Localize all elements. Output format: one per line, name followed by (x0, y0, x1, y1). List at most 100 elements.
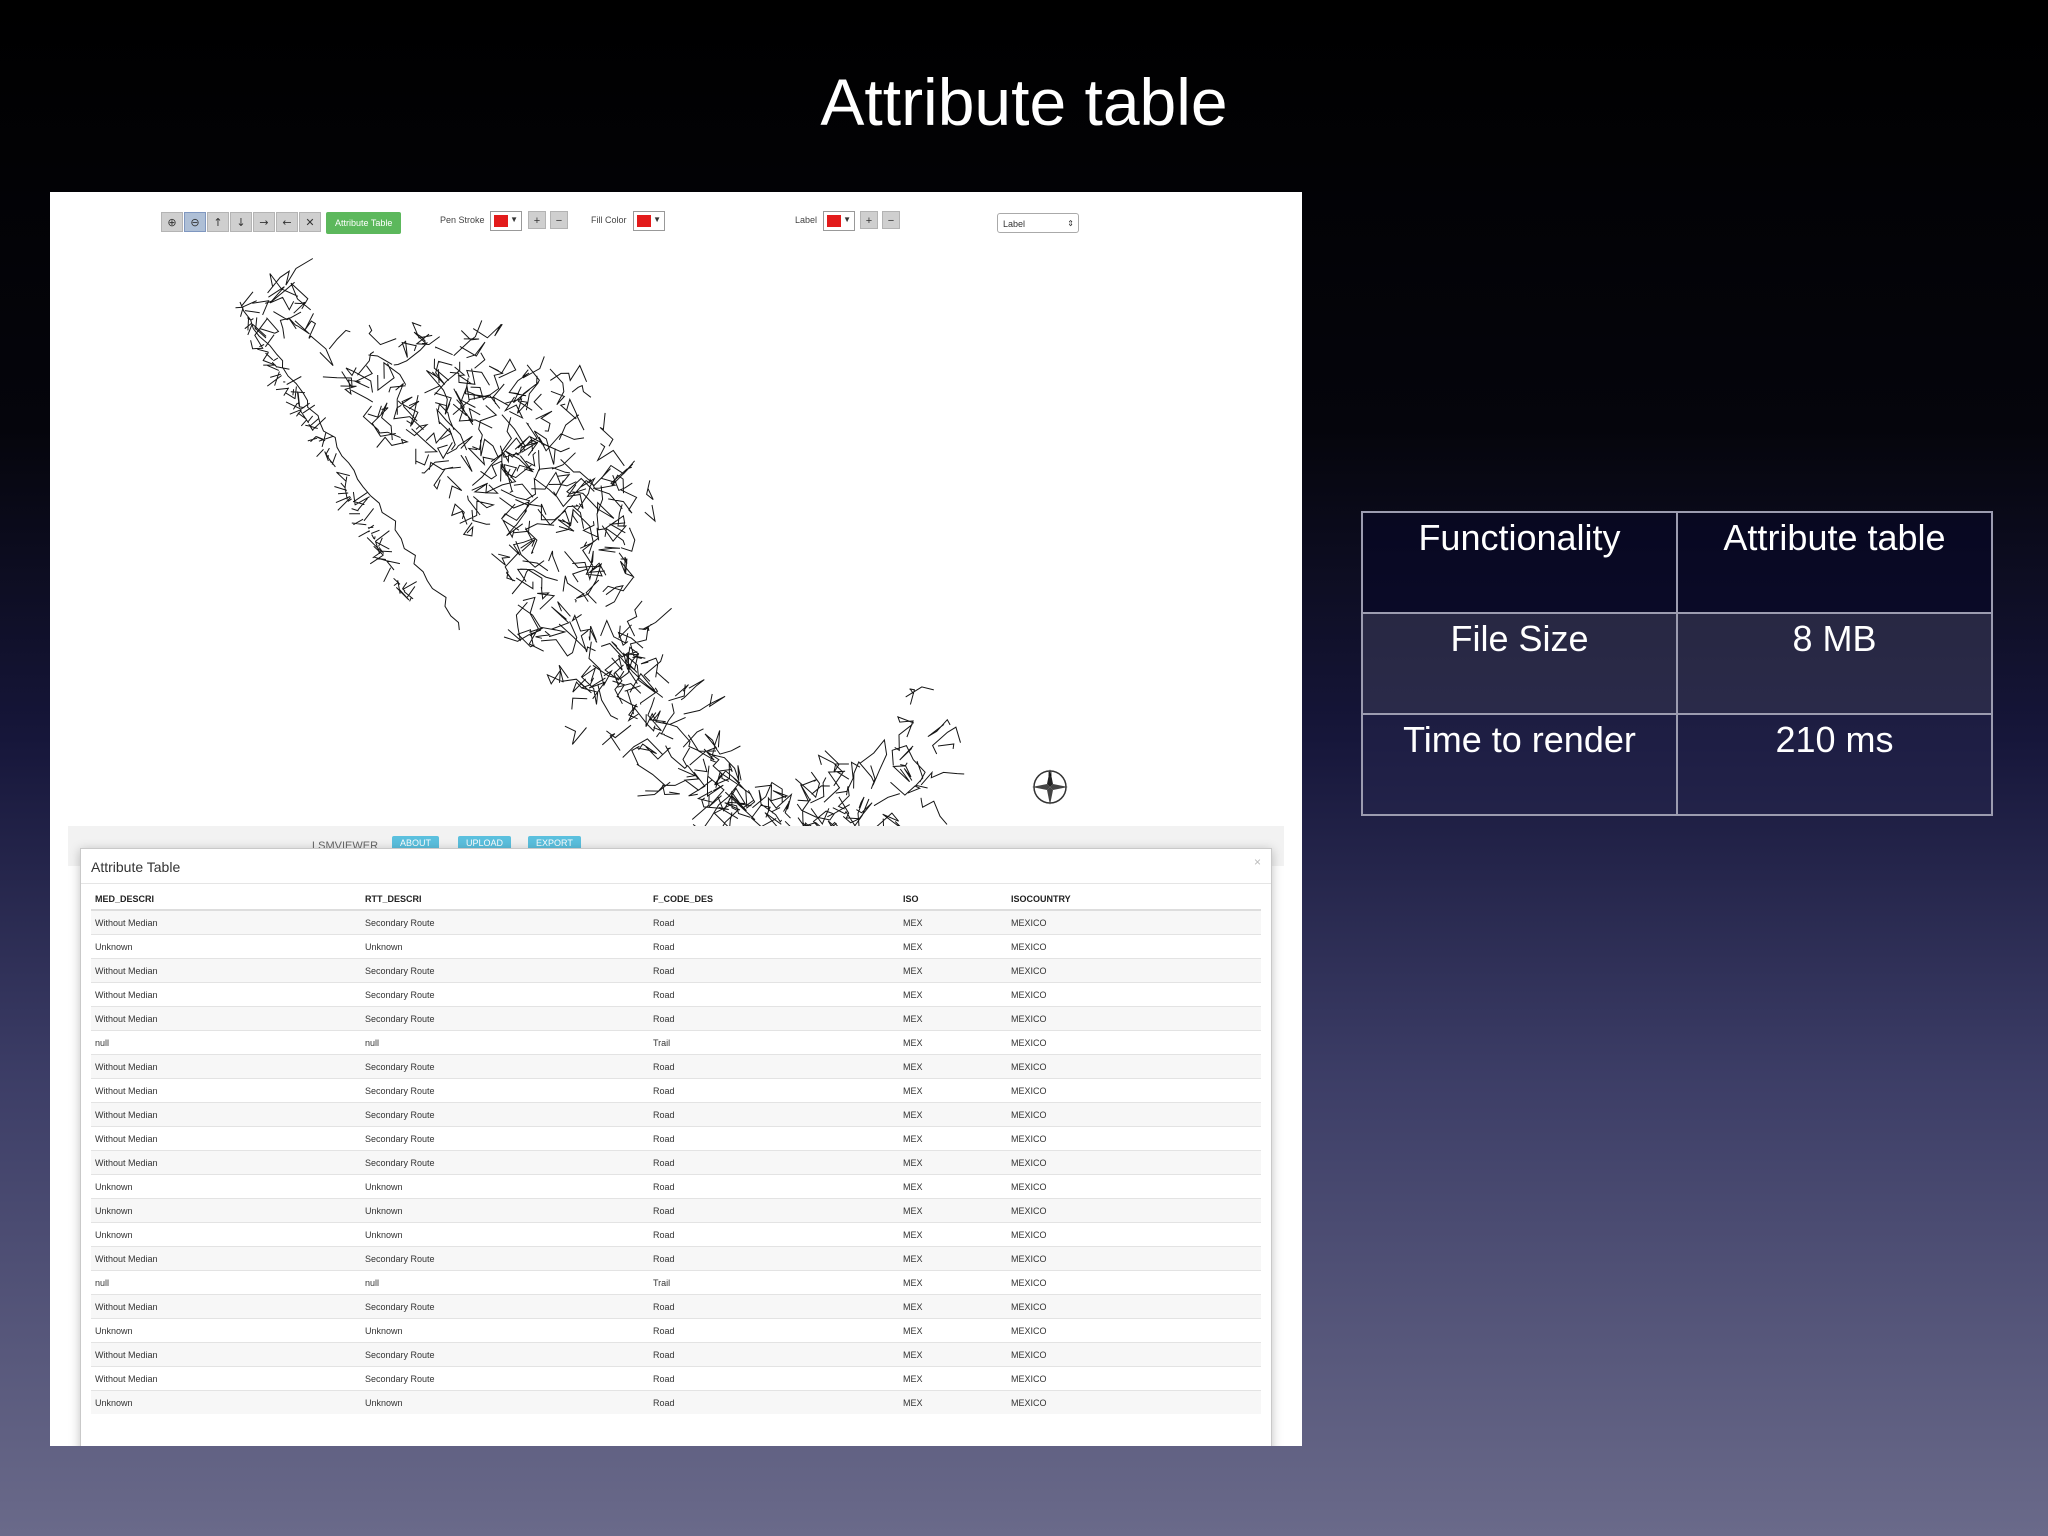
attribute-table-button[interactable]: Attribute Table (326, 212, 402, 234)
table-row[interactable]: Without Median Secondary Route Road MEX MEXI… (91, 1342, 1261, 1367)
table-row[interactable]: null null Trail MEX MEXICO (91, 1270, 1261, 1295)
table-cell: MEX (899, 982, 1007, 1007)
comparison-row: File Size 8 MB (1361, 612, 1993, 715)
modal-divider (81, 883, 1271, 884)
table-cell: MEXICO (1007, 1198, 1261, 1223)
table-row[interactable]: Without Median Secondary Route Road MEX MEXI… (91, 1054, 1261, 1079)
table-row[interactable]: Unknown Unknown Road MEX MEXICO (91, 1174, 1261, 1199)
table-row[interactable]: Unknown Unknown Road MEX MEXICO (91, 934, 1261, 959)
zoom-out-icon[interactable]: ⊖ (184, 212, 206, 232)
table-cell: MEX (899, 1054, 1007, 1079)
label-color-swatch (827, 215, 841, 227)
table-row[interactable]: Without Median Secondary Route Road MEX MEXI… (91, 1102, 1261, 1127)
table-cell: Without Median (91, 1246, 361, 1271)
table-cell: Secondary Route (361, 1294, 649, 1319)
table-row[interactable]: Unknown Unknown Road MEX MEXICO (91, 1390, 1261, 1414)
table-cell: Road (649, 1054, 899, 1079)
table-row[interactable]: Unknown Unknown Road MEX MEXICO (91, 1198, 1261, 1223)
fill-color-swatch (637, 215, 651, 227)
table-cell: Unknown (361, 1390, 649, 1414)
table-cell: Unknown (361, 1174, 649, 1199)
table-cell: MEXICO (1007, 1126, 1261, 1151)
table-cell: Road (649, 1102, 899, 1127)
column-header[interactable]: F_CODE_DES (649, 889, 899, 911)
road-network (235, 258, 965, 832)
label-color-picker[interactable]: ▼ (823, 211, 855, 231)
column-header[interactable]: RTT_DESCRI (361, 889, 649, 911)
table-row[interactable]: Unknown Unknown Road MEX MEXICO (91, 1318, 1261, 1343)
table-cell: Without Median (91, 1150, 361, 1175)
close-icon[interactable]: × (1254, 855, 1261, 869)
table-cell: Road (649, 1318, 899, 1343)
pan-down-icon[interactable]: ↓ (230, 212, 252, 232)
attribute-table-modal: Attribute Table × MED_DESCRI RTT_DESCRI … (80, 848, 1272, 1446)
table-cell: Road (649, 958, 899, 983)
road-map[interactable] (50, 192, 1302, 832)
table-cell: Unknown (361, 934, 649, 959)
table-cell: MEX (899, 1246, 1007, 1271)
table-cell: Secondary Route (361, 1246, 649, 1271)
table-cell: Secondary Route (361, 982, 649, 1007)
table-cell: Secondary Route (361, 1078, 649, 1103)
label-increase-button[interactable]: + (860, 211, 878, 229)
table-cell: MEXICO (1007, 958, 1261, 983)
stroke-increase-button[interactable]: + (528, 211, 546, 229)
table-cell: Unknown (91, 1174, 361, 1199)
table-row[interactable]: Without Median Secondary Route Road MEX MEXI… (91, 1366, 1261, 1391)
slide-title: Attribute table (820, 65, 1228, 139)
table-row[interactable]: Without Median Secondary Route Road MEX MEXI… (91, 982, 1261, 1007)
table-cell: MEXICO (1007, 1174, 1261, 1199)
label-decrease-button[interactable]: − (882, 211, 900, 229)
pan-right-icon[interactable]: → (253, 212, 275, 232)
table-cell: MEX (899, 1270, 1007, 1295)
table-cell: Road (649, 1222, 899, 1247)
table-row[interactable]: Without Median Secondary Route Road MEX MEXI… (91, 1078, 1261, 1103)
table-cell: MEX (899, 1150, 1007, 1175)
table-cell: Unknown (91, 1198, 361, 1223)
table-cell: Road (649, 1198, 899, 1223)
table-cell: Secondary Route (361, 1150, 649, 1175)
table-row[interactable]: Without Median Secondary Route Road MEX MEXI… (91, 1294, 1261, 1319)
table-row[interactable]: Without Median Secondary Route Road MEX MEXI… (91, 1006, 1261, 1031)
label-field-select[interactable]: Label ⇕ (997, 213, 1079, 233)
table-cell: Road (649, 1006, 899, 1031)
zoom-in-icon[interactable]: ⊕ (161, 212, 183, 232)
table-row[interactable]: null null Trail MEX MEXICO (91, 1030, 1261, 1055)
table-cell: MEX (899, 958, 1007, 983)
table-row[interactable]: Without Median Secondary Route Road MEX MEXI… (91, 1126, 1261, 1151)
table-cell: Without Median (91, 909, 361, 935)
table-cell: Trail (649, 1030, 899, 1055)
table-cell: MEX (899, 1078, 1007, 1103)
full-extent-icon[interactable]: ✕ (299, 212, 321, 232)
column-header[interactable]: MED_DESCRI (91, 889, 361, 911)
column-header[interactable]: ISOCOUNTRY (1007, 889, 1261, 911)
table-cell: MEX (899, 1006, 1007, 1031)
table-row[interactable]: Unknown Unknown Road MEX MEXICO (91, 1222, 1261, 1247)
table-cell: Without Median (91, 1342, 361, 1367)
table-cell: MEX (899, 934, 1007, 959)
table-cell: Road (649, 1366, 899, 1391)
table-cell: Unknown (91, 1390, 361, 1414)
table-cell: Road (649, 1150, 899, 1175)
table-row[interactable]: Without Median Secondary Route Road MEX MEXI… (91, 909, 1261, 935)
table-cell: MEXICO (1007, 1270, 1261, 1295)
table-row[interactable]: Without Median Secondary Route Road MEX MEXI… (91, 1150, 1261, 1175)
table-cell: MEXICO (1007, 1222, 1261, 1247)
table-cell: MEXICO (1007, 934, 1261, 959)
chevron-down-icon: ▼ (843, 215, 851, 224)
table-cell: Unknown (361, 1198, 649, 1223)
table-cell: Without Median (91, 1054, 361, 1079)
table-cell: Road (649, 982, 899, 1007)
column-header[interactable]: ISO (899, 889, 1007, 911)
stroke-decrease-button[interactable]: − (550, 211, 568, 229)
table-cell: Secondary Route (361, 1006, 649, 1031)
table-row[interactable]: Without Median Secondary Route Road MEX MEXI… (91, 958, 1261, 983)
pen-stroke-color-picker[interactable]: ▼ (490, 211, 522, 231)
pan-left-icon[interactable]: ← (276, 212, 298, 232)
fill-color-label: Fill Color (591, 215, 627, 225)
fill-color-picker[interactable]: ▼ (633, 211, 665, 231)
table-row[interactable]: Without Median Secondary Route Road MEX MEXI… (91, 1246, 1261, 1271)
table-cell: Without Median (91, 1126, 361, 1151)
pan-up-icon[interactable]: ↑ (207, 212, 229, 232)
table-cell: MEX (899, 1030, 1007, 1055)
